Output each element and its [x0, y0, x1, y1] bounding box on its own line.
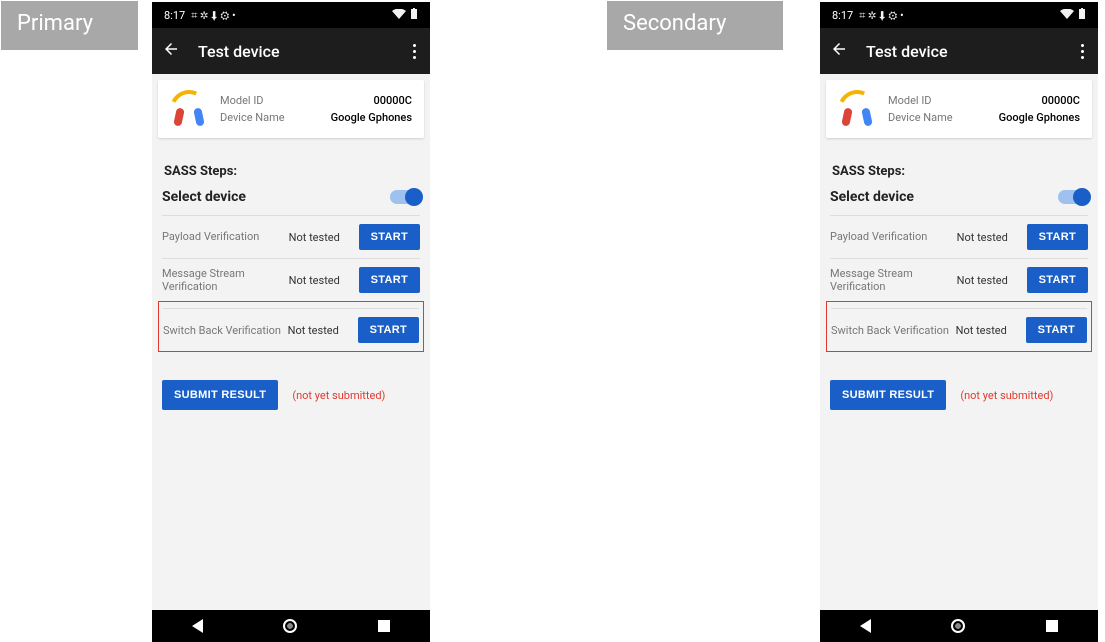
test-row-message-stream: Message Stream Verification Not tested S…	[830, 258, 1088, 301]
status-icons-left: ⌗ ✲ ⬇ ⚙ •	[191, 10, 236, 21]
model-id-label: Model ID	[888, 94, 932, 107]
device-name-value: Google Gphones	[999, 111, 1080, 124]
nav-bar	[152, 610, 430, 642]
select-device-toggle[interactable]	[1058, 190, 1088, 204]
start-button[interactable]: START	[358, 317, 419, 343]
select-device-label: Select device	[162, 189, 246, 205]
model-id-value: 00000C	[1042, 94, 1080, 107]
nav-recent-icon[interactable]	[378, 620, 390, 632]
overflow-menu-icon[interactable]	[413, 44, 420, 59]
not-submitted-text: (not yet submitted)	[292, 389, 385, 402]
model-id-row: Model ID 00000C	[220, 94, 412, 107]
test-name: Message Stream Verification	[830, 267, 951, 293]
overflow-menu-icon[interactable]	[1081, 44, 1088, 59]
test-name: Payload Verification	[162, 230, 283, 243]
test-name: Switch Back Verification	[831, 324, 950, 337]
device-name-row: Device Name Google Gphones	[220, 111, 412, 124]
test-name: Message Stream Verification	[162, 267, 283, 293]
test-status: Not tested	[956, 324, 1020, 337]
sass-heading: SASS Steps:	[832, 164, 1088, 179]
test-name: Switch Back Verification	[163, 324, 282, 337]
test-row-message-stream: Message Stream Verification Not tested S…	[162, 258, 420, 301]
app-bar: Test device	[820, 28, 1098, 74]
nav-bar	[820, 610, 1098, 642]
nav-back-icon[interactable]	[860, 619, 871, 633]
nav-recent-icon[interactable]	[1046, 620, 1058, 632]
clock: 8:17	[164, 9, 185, 22]
headphones-icon	[838, 90, 876, 128]
highlighted-test-row: Switch Back Verification Not tested STAR…	[158, 301, 424, 352]
start-button[interactable]: START	[1026, 317, 1087, 343]
battery-icon	[410, 8, 418, 22]
test-row-switch-back: Switch Back Verification Not tested STAR…	[831, 308, 1087, 351]
device-name-label: Device Name	[888, 111, 953, 124]
clock: 8:17	[832, 9, 853, 22]
page-title: Test device	[198, 42, 395, 61]
test-status: Not tested	[957, 274, 1021, 287]
test-status: Not tested	[957, 231, 1021, 244]
test-status: Not tested	[288, 324, 352, 337]
select-device-label: Select device	[830, 189, 914, 205]
label-primary: Primary	[1, 1, 138, 50]
phone-secondary: 8:17 ⌗ ✲ ⬇ ⚙ • Test device Model ID 0000…	[820, 2, 1098, 642]
nav-back-icon[interactable]	[192, 619, 203, 633]
highlighted-test-row: Switch Back Verification Not tested STAR…	[826, 301, 1092, 352]
device-name-label: Device Name	[220, 111, 285, 124]
nav-home-icon[interactable]	[951, 619, 965, 633]
phone-primary: 8:17 ⌗ ✲ ⬇ ⚙ • Test device Model ID 0000…	[152, 2, 430, 642]
back-icon[interactable]	[830, 40, 848, 63]
battery-icon	[1078, 8, 1086, 22]
test-status: Not tested	[289, 274, 353, 287]
page-title: Test device	[866, 42, 1063, 61]
status-icons-left: ⌗ ✲ ⬇ ⚙ •	[859, 10, 904, 21]
select-device-toggle[interactable]	[390, 190, 420, 204]
sass-heading: SASS Steps:	[164, 164, 420, 179]
app-bar: Test device	[152, 28, 430, 74]
model-id-value: 00000C	[374, 94, 412, 107]
test-name: Payload Verification	[830, 230, 951, 243]
back-icon[interactable]	[162, 40, 180, 63]
device-card: Model ID 00000C Device Name Google Gphon…	[826, 80, 1092, 138]
label-secondary: Secondary	[607, 1, 783, 50]
model-id-label: Model ID	[220, 94, 264, 107]
start-button[interactable]: START	[359, 224, 420, 250]
test-row-payload: Payload Verification Not tested START	[162, 215, 420, 258]
device-name-row: Device Name Google Gphones	[888, 111, 1080, 124]
wifi-icon	[1060, 9, 1074, 21]
headphones-icon	[170, 90, 208, 128]
model-id-row: Model ID 00000C	[888, 94, 1080, 107]
start-button[interactable]: START	[1027, 267, 1088, 293]
device-name-value: Google Gphones	[331, 111, 412, 124]
status-bar: 8:17 ⌗ ✲ ⬇ ⚙ •	[820, 2, 1098, 28]
test-status: Not tested	[289, 231, 353, 244]
not-submitted-text: (not yet submitted)	[960, 389, 1053, 402]
submit-result-button[interactable]: SUBMIT RESULT	[162, 380, 278, 410]
start-button[interactable]: START	[359, 267, 420, 293]
wifi-icon	[392, 9, 406, 21]
status-bar: 8:17 ⌗ ✲ ⬇ ⚙ •	[152, 2, 430, 28]
test-row-switch-back: Switch Back Verification Not tested STAR…	[163, 308, 419, 351]
nav-home-icon[interactable]	[283, 619, 297, 633]
submit-result-button[interactable]: SUBMIT RESULT	[830, 380, 946, 410]
start-button[interactable]: START	[1027, 224, 1088, 250]
test-row-payload: Payload Verification Not tested START	[830, 215, 1088, 258]
device-card: Model ID 00000C Device Name Google Gphon…	[158, 80, 424, 138]
